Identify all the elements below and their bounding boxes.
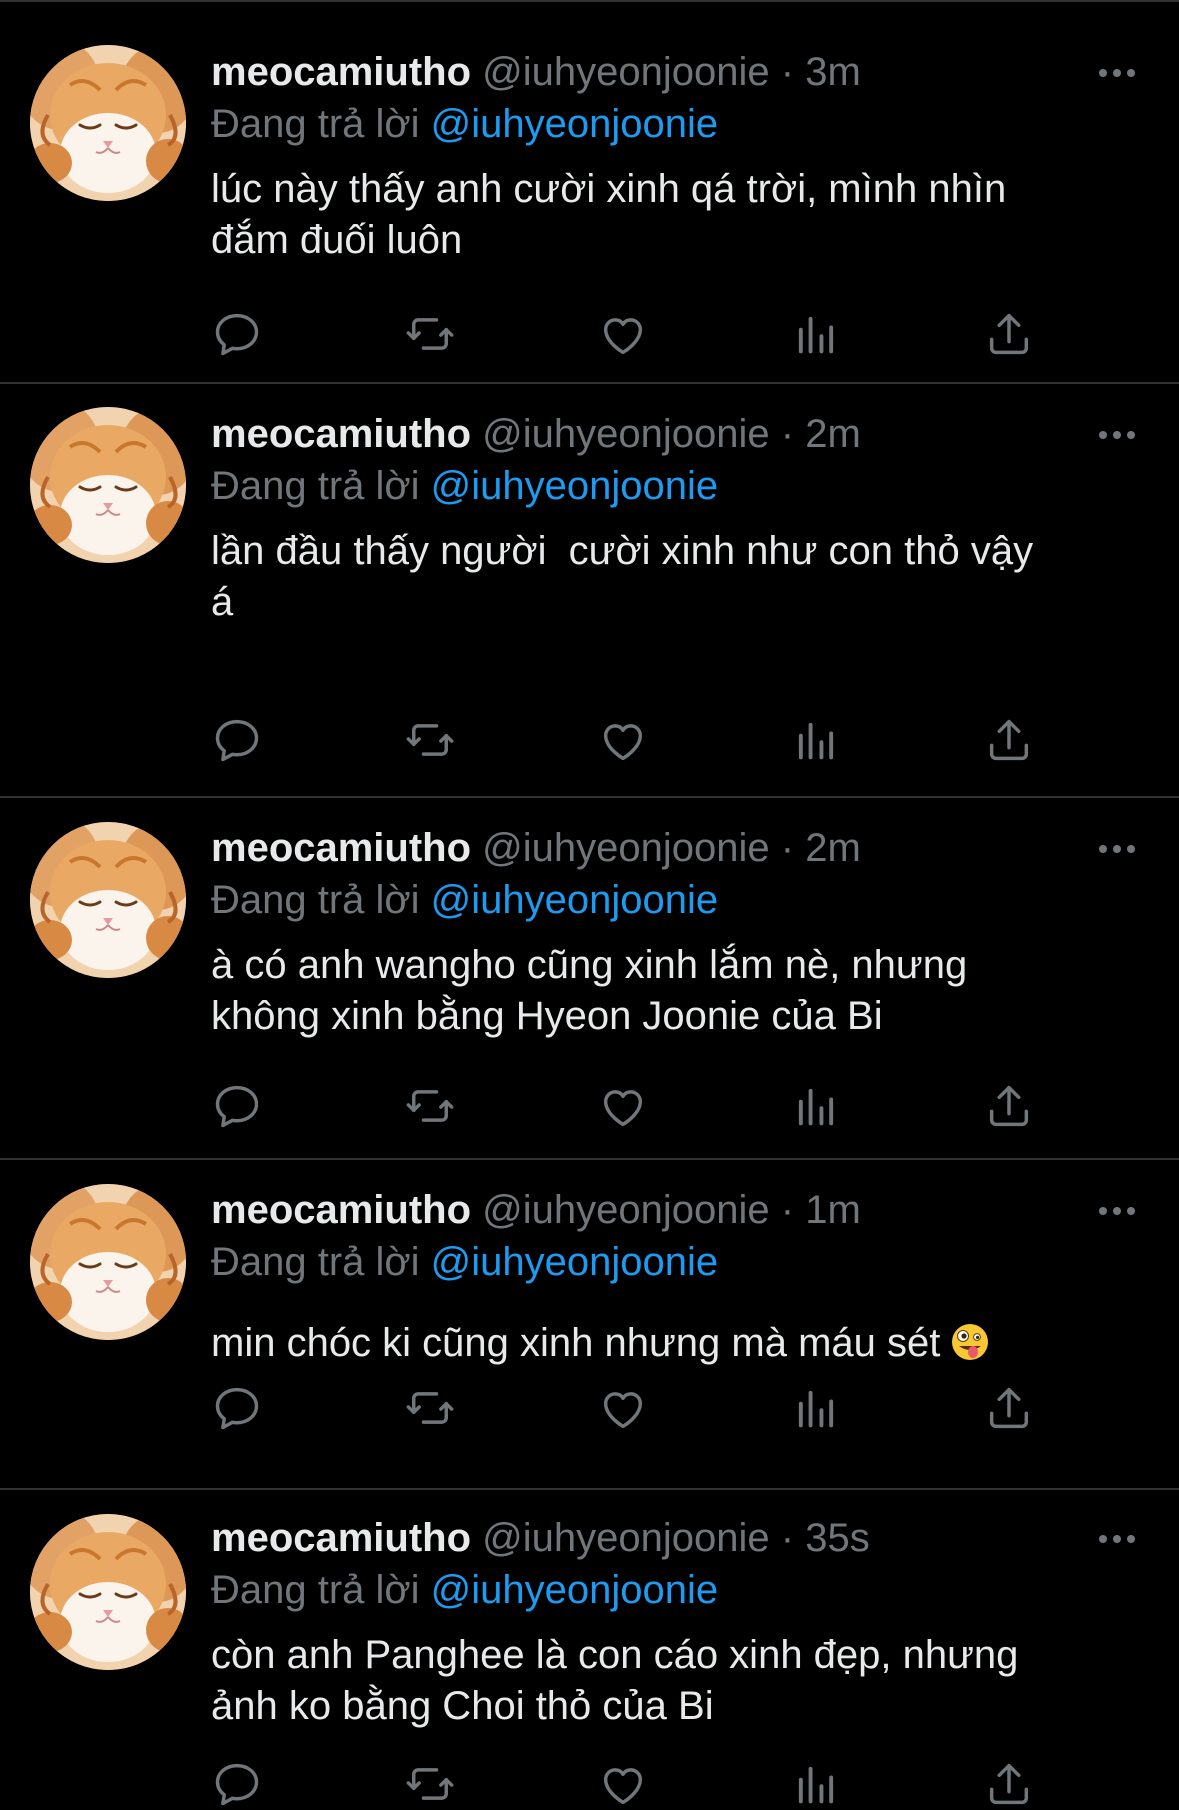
tweet-text: à có anh wangho cũng xinh lắm nè, nhưng … [211,943,968,1038]
display-name[interactable]: meocamiutho [211,1188,471,1232]
reply-icon[interactable] [211,714,263,766]
mention-link[interactable]: @iuhyeonjoonie [431,878,718,922]
replying-to: Đang trả lời @iuhyeonjoonie [211,1236,1139,1288]
zany-face-emoji [950,1322,990,1362]
tweet-header: meocamiutho @iuhyeonjoonie · 2m [211,822,1139,874]
tweet-actions [211,308,1041,360]
reply-thread: meocamiutho @iuhyeonjoonie · 3m Đang trả… [0,0,1179,1790]
tweet-body: meocamiutho @iuhyeonjoonie · 1m Đang trả… [211,1184,1139,1369]
analytics-icon[interactable] [790,1080,842,1132]
tweet-header: meocamiutho @iuhyeonjoonie · 35s [211,1512,1139,1564]
tweet-text: lúc này thấy anh cười xinh qá trời, mình… [211,167,1007,262]
tweet-text: lần đầu thấy người cười xinh như con thỏ… [211,529,1034,624]
separator-dot: · [780,1188,795,1232]
mention-link[interactable]: @iuhyeonjoonie [431,102,718,146]
tweet-body: meocamiutho @iuhyeonjoonie · 3m Đang trả… [211,46,1139,266]
user-handle[interactable]: @iuhyeonjoonie [482,1188,769,1232]
tweet-body: meocamiutho @iuhyeonjoonie · 2m Đang trả… [211,408,1139,628]
avatar[interactable] [30,822,186,978]
user-handle[interactable]: @iuhyeonjoonie [482,50,769,94]
separator-dot: · [780,826,795,870]
tweet[interactable]: meocamiutho @iuhyeonjoonie · 2m Đang trả… [0,798,1179,1160]
replying-to: Đang trả lời @iuhyeonjoonie [211,98,1139,150]
mention-link[interactable]: @iuhyeonjoonie [431,1568,718,1612]
retweet-icon[interactable] [404,1382,456,1434]
reply-icon[interactable] [211,1080,263,1132]
more-options-icon[interactable] [1097,66,1137,78]
tweet-body: meocamiutho @iuhyeonjoonie · 2m Đang trả… [211,822,1139,1042]
display-name[interactable]: meocamiutho [211,826,471,870]
replying-label: Đang trả lời [211,1568,420,1612]
mention-link[interactable]: @iuhyeonjoonie [431,464,718,508]
avatar[interactable] [30,1514,186,1670]
tweet-text: min chóc ki cũng xinh nhưng mà máu sét [211,1318,1139,1369]
tweet[interactable]: meocamiutho @iuhyeonjoonie · 2m Đang trả… [0,384,1179,798]
tweet-header: meocamiutho @iuhyeonjoonie · 2m [211,408,1139,460]
more-options-icon[interactable] [1097,428,1137,440]
analytics-icon[interactable] [790,1382,842,1434]
reply-icon[interactable] [211,1758,263,1810]
replying-label: Đang trả lời [211,464,420,508]
tweet-actions [211,714,1041,766]
user-handle[interactable]: @iuhyeonjoonie [482,1516,769,1560]
analytics-icon[interactable] [790,1758,842,1810]
avatar[interactable] [30,45,186,201]
tweet-actions [211,1758,1041,1810]
like-icon[interactable] [597,1382,649,1434]
separator-dot: · [780,1516,795,1560]
avatar[interactable] [30,1184,186,1340]
avatar[interactable] [30,407,186,563]
replying-label: Đang trả lời [211,878,420,922]
display-name[interactable]: meocamiutho [211,412,471,456]
analytics-icon[interactable] [790,714,842,766]
share-icon[interactable] [983,1080,1035,1132]
tweet-header: meocamiutho @iuhyeonjoonie · 1m [211,1184,1139,1236]
share-icon[interactable] [983,308,1035,360]
retweet-icon[interactable] [404,308,456,360]
separator-dot: · [780,412,795,456]
replying-label: Đang trả lời [211,1240,420,1284]
retweet-icon[interactable] [404,714,456,766]
like-icon[interactable] [597,308,649,360]
tweet[interactable]: meocamiutho @iuhyeonjoonie · 3m Đang trả… [0,2,1179,384]
like-icon[interactable] [597,1080,649,1132]
retweet-icon[interactable] [404,1080,456,1132]
more-options-icon[interactable] [1097,842,1137,854]
user-handle[interactable]: @iuhyeonjoonie [482,826,769,870]
timestamp[interactable]: 1m [805,1188,861,1232]
timestamp[interactable]: 2m [805,826,861,870]
analytics-icon[interactable] [790,308,842,360]
tweet[interactable]: meocamiutho @iuhyeonjoonie · 35s Đang tr… [0,1490,1179,1790]
separator-dot: · [780,50,795,94]
share-icon[interactable] [983,1758,1035,1810]
tweet-actions [211,1382,1041,1434]
timestamp[interactable]: 2m [805,412,861,456]
user-handle[interactable]: @iuhyeonjoonie [482,412,769,456]
more-options-icon[interactable] [1097,1204,1137,1216]
like-icon[interactable] [597,714,649,766]
tweet-actions [211,1080,1041,1132]
like-icon[interactable] [597,1758,649,1810]
mention-link[interactable]: @iuhyeonjoonie [431,1240,718,1284]
timestamp[interactable]: 3m [805,50,861,94]
replying-to: Đang trả lời @iuhyeonjoonie [211,1564,1139,1616]
display-name[interactable]: meocamiutho [211,1516,471,1560]
timestamp[interactable]: 35s [805,1516,870,1560]
share-icon[interactable] [983,714,1035,766]
retweet-icon[interactable] [404,1758,456,1810]
replying-to: Đang trả lời @iuhyeonjoonie [211,874,1139,926]
replying-label: Đang trả lời [211,102,420,146]
reply-icon[interactable] [211,1382,263,1434]
tweet-body: meocamiutho @iuhyeonjoonie · 35s Đang tr… [211,1512,1139,1732]
tweet-text: còn anh Panghee là con cáo xinh đẹp, như… [211,1633,1019,1728]
tweet[interactable]: meocamiutho @iuhyeonjoonie · 1m Đang trả… [0,1160,1179,1490]
tweet-header: meocamiutho @iuhyeonjoonie · 3m [211,46,1139,98]
reply-icon[interactable] [211,308,263,360]
share-icon[interactable] [983,1382,1035,1434]
tweet-text-content: min chóc ki cũng xinh nhưng mà máu sét [211,1321,941,1365]
more-options-icon[interactable] [1097,1532,1137,1544]
display-name[interactable]: meocamiutho [211,50,471,94]
replying-to: Đang trả lời @iuhyeonjoonie [211,460,1139,512]
